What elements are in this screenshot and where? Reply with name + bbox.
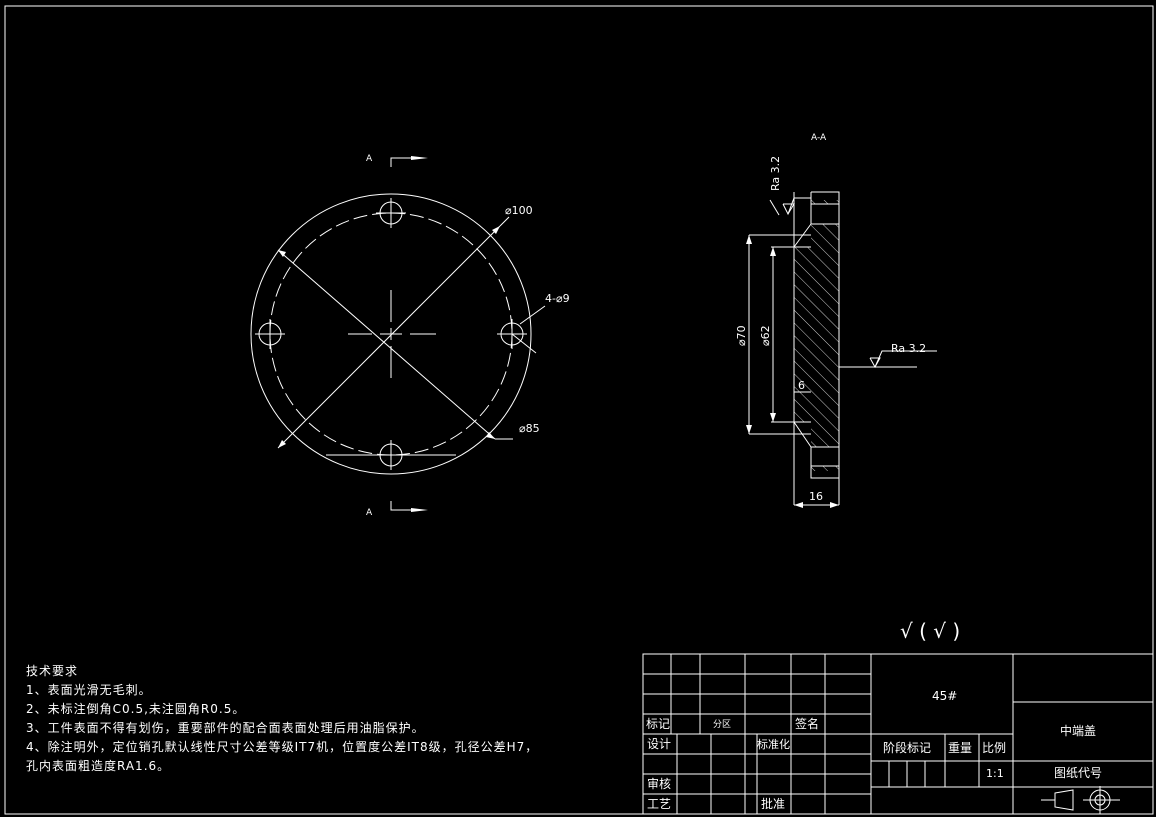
design-label: 设计 <box>647 737 671 751</box>
dim-outer-diameter: ⌀100 <box>505 204 533 217</box>
scale-label: 比例 <box>982 741 1006 755</box>
tech-requirements-title: 技术要求 <box>26 664 79 678</box>
tech-requirement-line: 1、表面光滑无毛刺。 <box>26 683 152 697</box>
tech-requirement-line: 3、工件表面不得有划伤，重要部件的配合面表面处理后用油脂保护。 <box>26 721 425 735</box>
part-name: 中端盖 <box>1060 723 1096 738</box>
section-hatch-upper <box>811 200 839 204</box>
material: 45# <box>932 689 957 703</box>
dim-outer-bore: ⌀70 <box>735 325 748 346</box>
roughness-right: Ra 3.2 <box>891 342 926 355</box>
dim-pitch-diameter: ⌀85 <box>519 422 540 435</box>
dim-thickness: 16 <box>809 490 823 503</box>
front-view <box>250 156 546 512</box>
dim-inner-bore: ⌀62 <box>759 325 772 346</box>
signature-label: 签名 <box>795 716 819 731</box>
section-label: A-A <box>811 133 827 143</box>
section-hatch-lower <box>811 466 839 471</box>
scale-value: 1:1 <box>986 767 1004 780</box>
tech-requirements: 技术要求 1、表面光滑无毛刺。 2、未标注倒角C0.5,未注圆角R0.5。 3、… <box>26 662 538 776</box>
review-label: 审核 <box>647 776 671 791</box>
approve-label: 批准 <box>761 796 785 811</box>
dim-depth: 6 <box>798 379 805 392</box>
zone-label: 分区 <box>713 719 731 730</box>
tech-requirement-line: 孔内表面粗造度RA1.6。 <box>26 759 171 773</box>
section-hatch-body <box>794 224 839 447</box>
tech-requirement-line: 4、除注明外，定位销孔默认线性尺寸公差等级IT7机，位置度公差IT8级，孔径公差… <box>26 740 539 754</box>
stage-mark-label: 阶段标记 <box>883 740 931 755</box>
surface-finish-note: √ ( √ ) <box>900 619 960 643</box>
drawing-no-label: 图纸代号 <box>1054 766 1102 780</box>
dim-hole-count: 4-⌀9 <box>545 292 570 305</box>
mark-label: 标记 <box>646 717 670 731</box>
cut-mark-bottom: A <box>366 508 373 518</box>
roughness-left: Ra 3.2 <box>769 156 782 191</box>
process-label: 工艺 <box>647 797 671 811</box>
tech-requirement-line: 2、未标注倒角C0.5,未注圆角R0.5。 <box>26 702 246 716</box>
standardization-label: 标准化 <box>757 737 790 751</box>
cut-mark-top: A <box>366 154 373 164</box>
weight-label: 重量 <box>948 741 972 755</box>
